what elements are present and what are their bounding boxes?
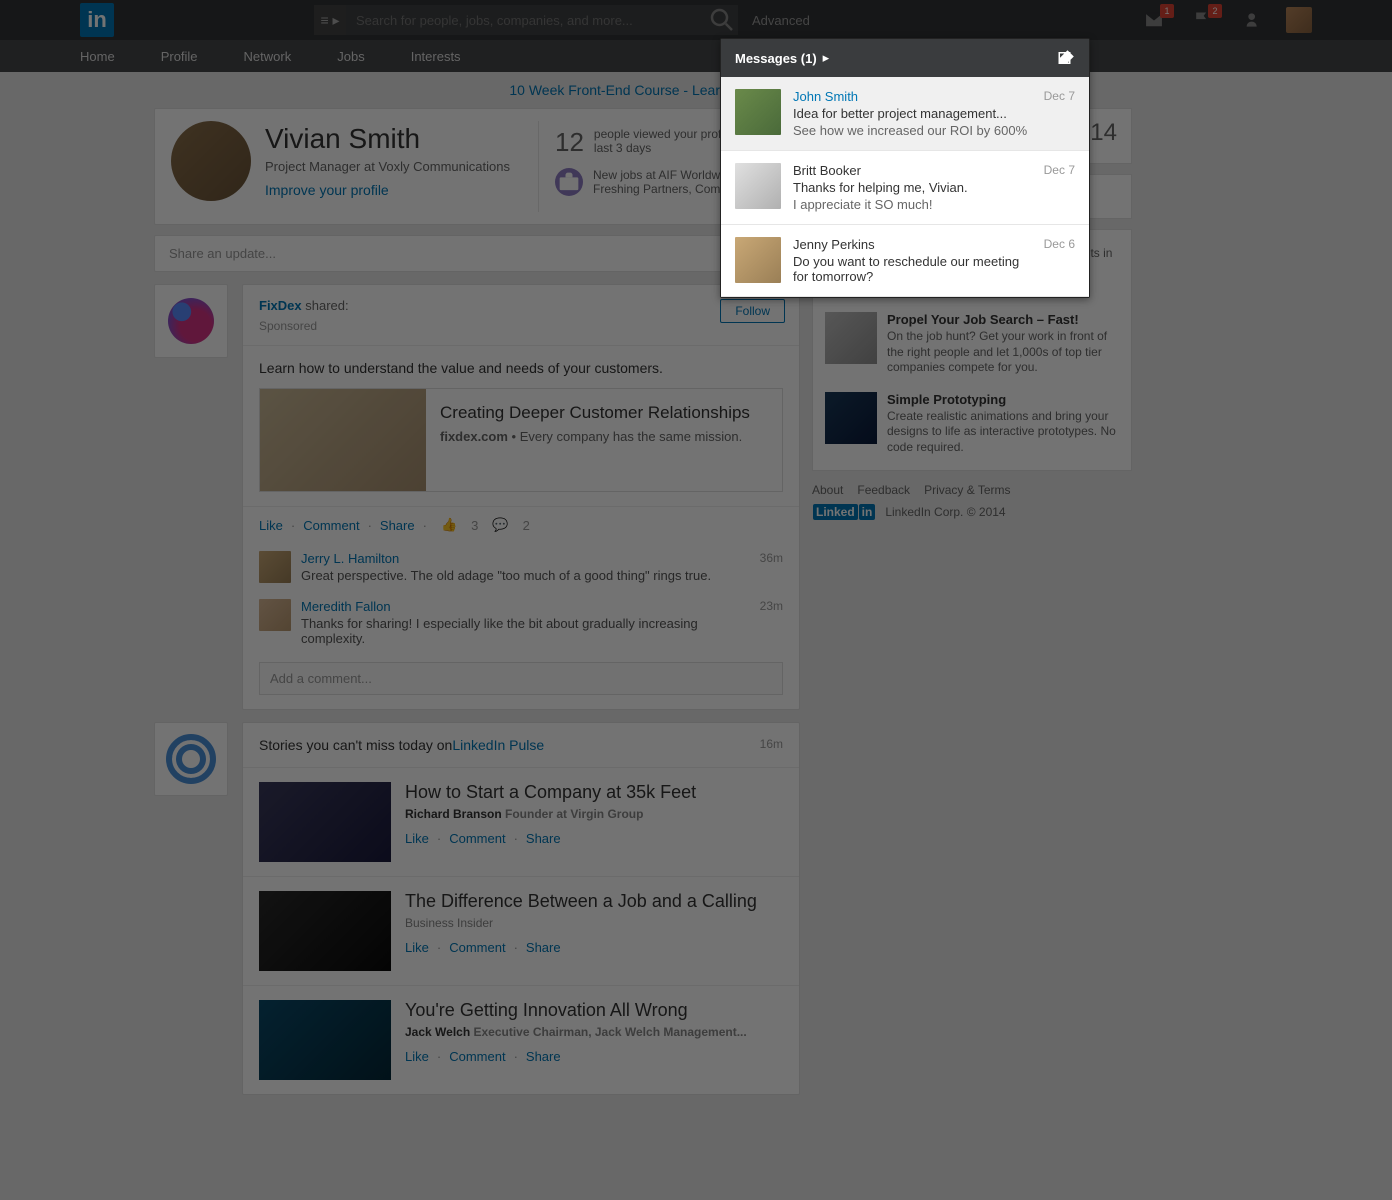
- message-preview: I appreciate it SO much!: [793, 197, 1032, 212]
- messages-header: Messages (1) ▸: [721, 39, 1089, 77]
- message-subject: Thanks for helping me, Vivian.: [793, 180, 1032, 195]
- messages-dropdown: Messages (1) ▸ John Smith Idea for bette…: [720, 38, 1090, 298]
- message-subject: Do you want to reschedule our meeting fo…: [793, 254, 1032, 284]
- sender-avatar: [735, 89, 781, 135]
- sender-name[interactable]: John Smith: [793, 89, 1032, 104]
- messages-title[interactable]: Messages (1): [735, 51, 817, 66]
- message-item[interactable]: Britt Booker Thanks for helping me, Vivi…: [721, 151, 1089, 225]
- message-item[interactable]: Jenny Perkins Do you want to reschedule …: [721, 225, 1089, 297]
- message-subject: Idea for better project management...: [793, 106, 1032, 121]
- sender-name[interactable]: Britt Booker: [793, 163, 1032, 178]
- dim-overlay[interactable]: [0, 0, 1392, 1200]
- message-preview: See how we increased our ROI by 600%: [793, 123, 1032, 138]
- message-item[interactable]: John Smith Idea for better project manag…: [721, 77, 1089, 151]
- chevron-right-icon: ▸: [823, 50, 830, 66]
- sender-avatar: [735, 163, 781, 209]
- sender-name[interactable]: Jenny Perkins: [793, 237, 1032, 252]
- message-date: Dec 7: [1044, 163, 1075, 212]
- message-date: Dec 6: [1044, 237, 1075, 284]
- sender-avatar: [735, 237, 781, 283]
- compose-icon[interactable]: [1057, 49, 1075, 67]
- message-date: Dec 7: [1044, 89, 1075, 138]
